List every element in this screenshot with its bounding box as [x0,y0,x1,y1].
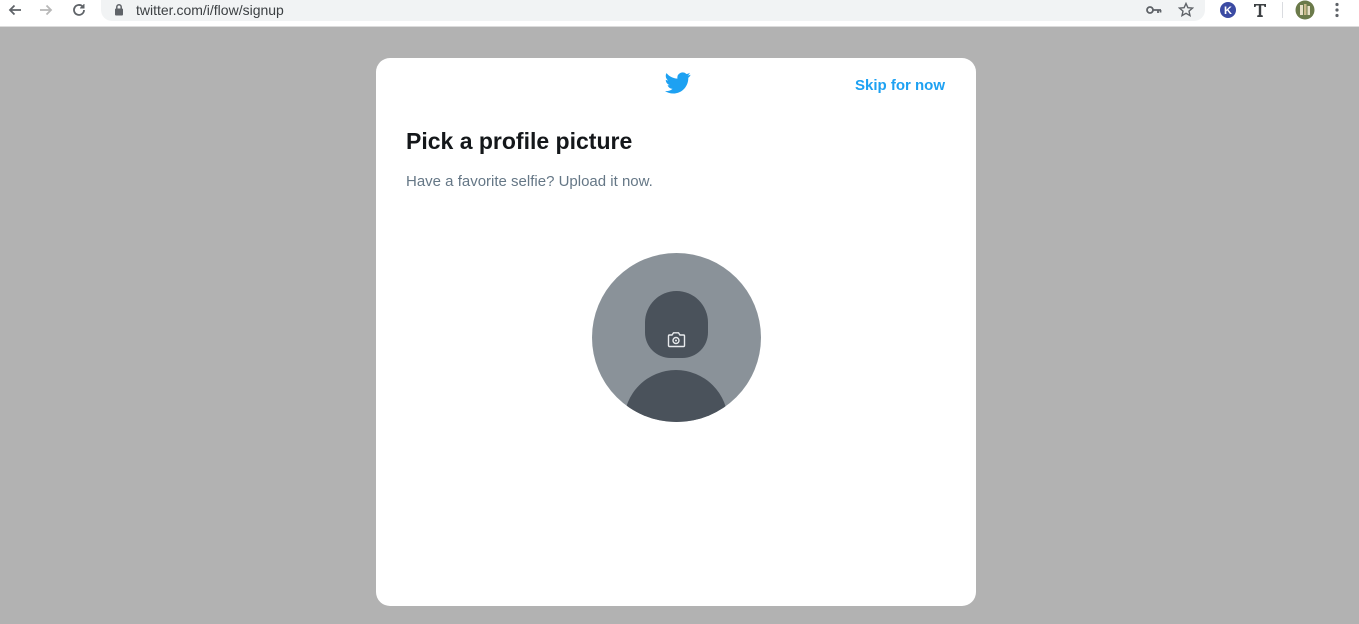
svg-text:K: K [1224,5,1232,17]
bookmark-star-icon[interactable] [1178,0,1194,20]
camera-icon[interactable] [665,329,687,349]
page-subtitle: Have a favorite selfie? Upload it now. [406,173,653,190]
twitter-bird-icon [665,72,691,99]
kebab-menu-icon[interactable] [1329,0,1345,20]
signup-modal: Skip for now Pick a profile picture Have… [376,58,976,606]
profile-picture-upload[interactable] [592,253,761,422]
forward-arrow-icon[interactable] [35,0,57,20]
t-extension-icon[interactable] [1250,0,1270,20]
toolbar-divider [1282,2,1283,18]
avatar-shoulders-silhouette [624,370,728,422]
address-bar[interactable]: twitter.com/i/flow/signup [101,0,1205,21]
reload-icon[interactable] [68,0,90,20]
url-text: twitter.com/i/flow/signup [136,2,284,18]
page-title: Pick a profile picture [406,128,633,154]
skip-for-now-button[interactable]: Skip for now [855,77,945,94]
browser-toolbar: twitter.com/i/flow/signup K [0,0,1359,27]
profile-avatar-icon[interactable] [1294,0,1316,20]
key-icon[interactable] [1146,0,1162,20]
k-extension-icon[interactable]: K [1218,0,1238,20]
back-arrow-icon[interactable] [4,0,26,20]
lock-icon [114,3,124,21]
